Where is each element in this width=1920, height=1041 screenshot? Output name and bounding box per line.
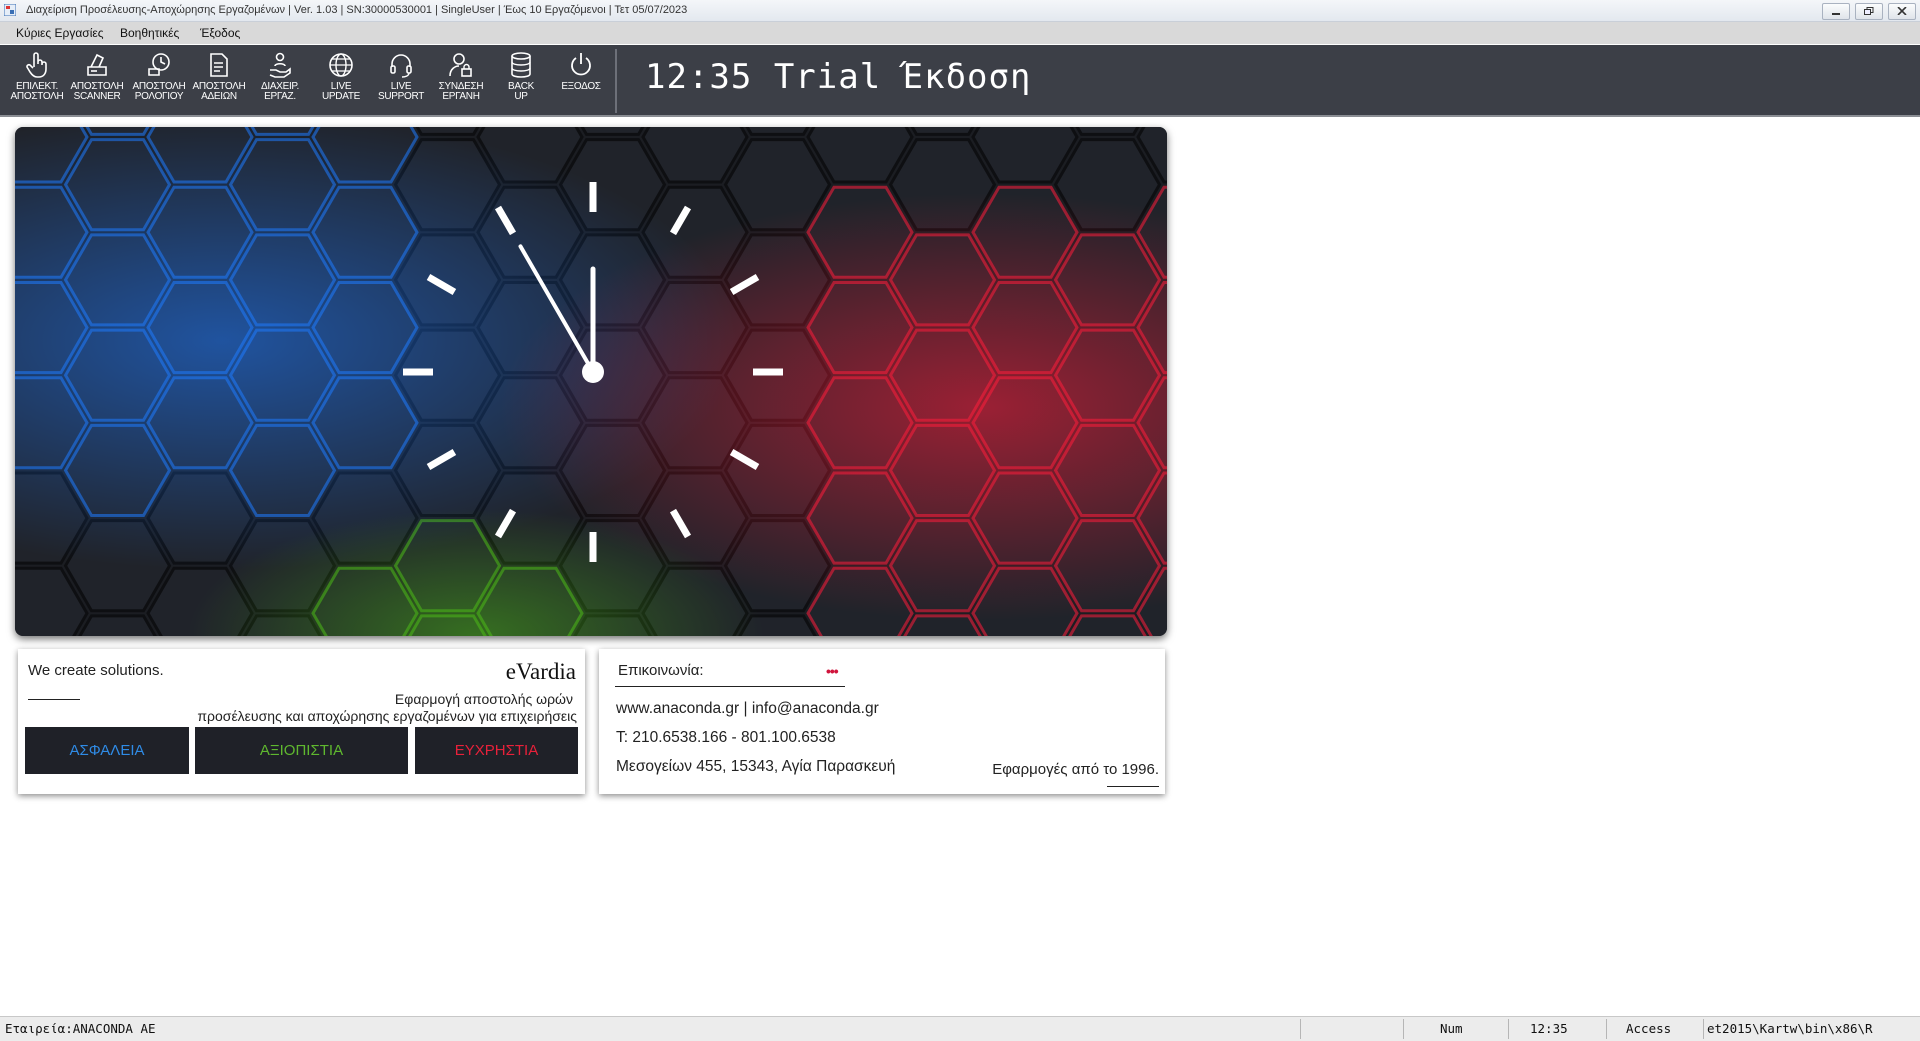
contact-address: Μεσογείων 455, 15343, Αγία Παρασκευή — [616, 758, 896, 775]
selective-send-button[interactable]: ΕΠΙΛΕΚΤ. ΑΠΟΣΤΟΛΗ — [8, 51, 66, 111]
status-time: 12:35 — [1530, 1021, 1568, 1036]
scanner-send-label: ΑΠΟΣΤΟΛΗ SCANNER — [70, 81, 124, 102]
live-support-label: LIVE SUPPORT — [377, 81, 425, 102]
live-update-label: LIVE UPDATE — [321, 81, 361, 102]
pill-safety: ΑΣΦΑΛΕΙΑ — [25, 727, 189, 774]
leave-documents-icon — [210, 53, 228, 77]
restore-button[interactable] — [1855, 3, 1883, 20]
status-divider — [1403, 1019, 1404, 1039]
status-num: Num — [1440, 1021, 1463, 1036]
pill-reliability: ΑΞΙΟΠΙΣΤΙΑ — [195, 727, 408, 774]
status-bar: Εταιρεία:ANACONDA AE Num 12:35 Access et… — [0, 1016, 1920, 1041]
menu-exit[interactable]: Έξοδος — [200, 26, 240, 40]
brand-name: eVardia — [505, 659, 576, 684]
pill-usability: ΕΥΧΡΗΣΤΙΑ — [415, 727, 578, 774]
hand-pointer-icon — [26, 52, 47, 78]
employee-management-button[interactable]: ΔΙΑΧΕΙΡ. ΕΡΓΑΖ. — [251, 51, 309, 111]
scanner-icon — [87, 53, 107, 76]
close-icon — [1897, 7, 1907, 15]
app-icon[interactable] — [3, 3, 17, 17]
power-icon — [571, 53, 591, 76]
slogan-underline — [28, 699, 80, 700]
status-divider — [1300, 1019, 1301, 1039]
exit-label: ΕΞΟΔΟΣ — [561, 81, 601, 92]
clock-device-icon — [148, 53, 170, 76]
status-database: Access — [1626, 1021, 1672, 1036]
clock-banner — [15, 127, 1167, 636]
description-line-1: Εφαρμογή αποστολής ωρών — [394, 691, 573, 707]
status-path: et2015\Kartw\bin\x86\R — [1707, 1021, 1873, 1036]
leave-send-label: ΑΠΟΣΤΟΛΗ ΑΔΕΙΩΝ — [192, 81, 246, 102]
menu-bar: Κύριες Εργασίες Βοηθητικές Έξοδος — [0, 22, 1920, 44]
minimize-button[interactable] — [1822, 3, 1850, 20]
globe-icon — [329, 53, 353, 77]
clock-send-label: ΑΠΟΣΤΟΛΗ ΡΟΛΟΓΙΟΥ — [132, 81, 186, 102]
contact-phones: Τ: 210.6538.166 - 801.100.6538 — [616, 729, 836, 746]
menu-utilities[interactable]: Βοηθητικές — [120, 26, 179, 40]
close-button[interactable] — [1888, 3, 1916, 20]
minimize-icon — [1832, 13, 1840, 15]
employee-management-label: ΔΙΑΧΕΙΡ. ΕΡΓΑΖ. — [260, 81, 299, 102]
info-card: We create solutions. eVardia Εφαρμογή απ… — [18, 649, 585, 794]
since-text: Εφαρμογές από το 1996. — [992, 761, 1159, 778]
contact-card: Επικοινωνία: ••• www.anaconda.gr | info@… — [599, 649, 1165, 794]
clock-center — [582, 361, 604, 383]
toolbar-separator — [615, 49, 617, 113]
contact-dots: ••• — [826, 663, 839, 679]
ergani-connect-button[interactable]: ΣΥΝΔΕΣΗ ΕΡΓΑΝΗ — [432, 51, 490, 111]
scanner-send-button[interactable]: ΑΠΟΣΤΟΛΗ SCANNER — [68, 51, 126, 111]
live-update-button[interactable]: LIVE UPDATE — [312, 51, 370, 111]
backup-button[interactable]: BACK UP — [492, 51, 550, 111]
description-line-2: προσέλευσης και αποχώρησης εργαζομένων γ… — [197, 708, 577, 724]
contact-web-email[interactable]: www.anaconda.gr | info@anaconda.gr — [616, 700, 879, 718]
title-bar: Διαχείριση Προσέλευσης-Αποχώρησης Εργαζο… — [0, 0, 1920, 22]
since-underline — [1107, 786, 1159, 787]
restore-icon — [1864, 7, 1874, 15]
status-divider — [1703, 1019, 1704, 1039]
clock-send-button[interactable]: ΑΠΟΣΤΟΛΗ ΡΟΛΟΓΙΟΥ — [130, 51, 188, 111]
status-divider — [1508, 1019, 1509, 1039]
slogan-text: We create solutions. — [28, 662, 164, 679]
time-trial-text: 12:35 Trial Έκδοση — [645, 57, 1032, 97]
leave-send-button[interactable]: ΑΠΟΣΤΟΛΗ ΑΔΕΙΩΝ — [190, 51, 248, 111]
contact-underline — [615, 686, 845, 687]
exit-button[interactable]: ΕΞΟΔΟΣ — [552, 51, 610, 111]
menu-main-tasks[interactable]: Κύριες Εργασίες — [16, 26, 104, 40]
live-support-button[interactable]: LIVE SUPPORT — [372, 51, 430, 111]
status-divider — [1606, 1019, 1607, 1039]
ergani-connect-label: ΣΥΝΔΕΣΗ ΕΡΓΑΝΗ — [438, 81, 484, 102]
window-title: Διαχείριση Προσέλευσης-Αποχώρησης Εργαζο… — [26, 4, 688, 16]
backup-label: BACK UP — [507, 81, 535, 102]
user-lock-icon — [449, 53, 472, 77]
selective-send-label: ΕΠΙΛΕΚΤ. ΑΠΟΣΤΟΛΗ — [10, 81, 64, 102]
contact-title: Επικοινωνία: — [618, 662, 704, 679]
status-company: Εταιρεία:ANACONDA AE — [5, 1021, 156, 1036]
database-icon — [511, 52, 531, 78]
employee-hand-icon — [269, 52, 291, 78]
headset-icon — [390, 54, 412, 78]
hexagon-clock-image — [15, 127, 1167, 636]
